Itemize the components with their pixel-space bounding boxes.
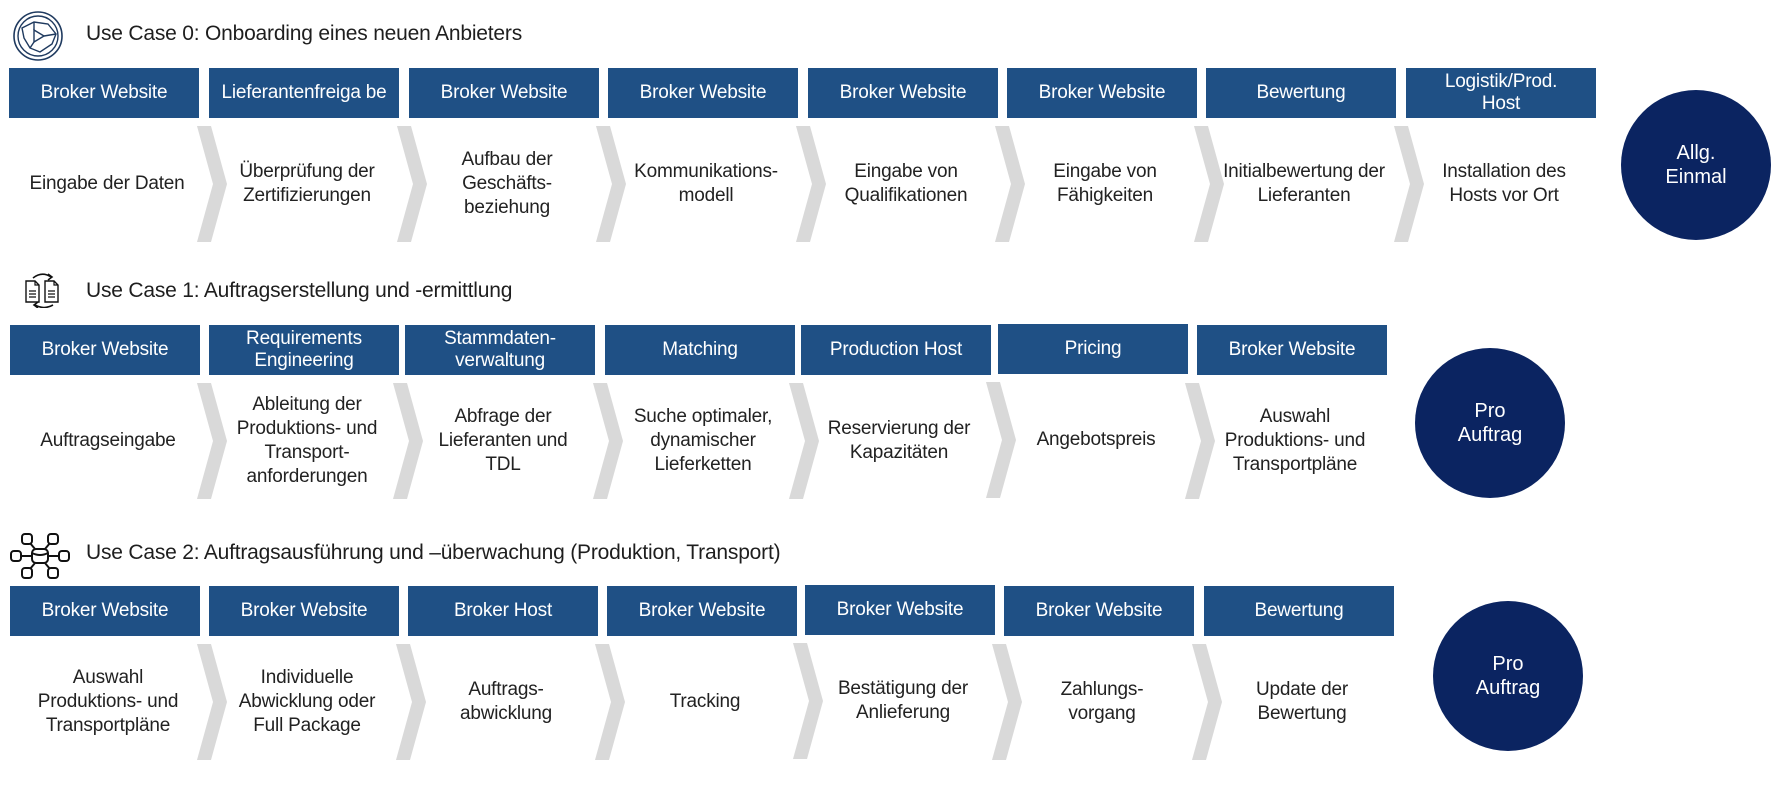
step-system-label: Broker Website [10,325,200,375]
step-system-label: Broker Website [607,586,797,636]
steering-wheel-network-icon [13,11,63,61]
step-system-label: Broker Website [808,68,998,118]
step-activity: Tracking [669,691,741,712]
step-system-label: Broker Host [408,586,598,636]
step-activity: Eingabe von Qualifikationen [844,161,968,206]
step-system-label: Broker Website [1004,586,1194,636]
step-system-label: Bewertung [1204,586,1394,636]
step-activity: Zahlungs- vorgang [1060,679,1144,724]
use-case-2: Use Case 2: Auftragsausführung und –über… [0,520,1772,805]
step-activity: Installation des Hosts vor Ort [1442,161,1566,206]
step-system-label: Broker Website [209,586,399,636]
use-case-1: Use Case 1: Auftragserstellung und -ermi… [0,258,1772,508]
frequency-circle: Pro Auftrag [1433,601,1583,751]
step-system-label: Stammdaten- verwaltung [405,325,595,375]
step-system-label: Logistik/Prod. Host [1406,68,1596,118]
step-system-label: Requirements Engineering [209,325,399,375]
step-activity: Ableitung der Produktions- und Transport… [236,394,378,487]
step-system-label: Broker Website [608,68,798,118]
step-system-label: Lieferantenfreiga be [209,68,399,118]
database-network-icon [10,533,70,579]
step-activity: Aufbau der Geschäfts- beziehung [461,149,553,218]
document-exchange-icon [25,273,59,308]
step-activity: Bestätigung der Anlieferung [837,678,969,723]
frequency-circle: Pro Auftrag [1415,348,1565,498]
use-case-title: Use Case 2: Auftragsausführung und –über… [86,541,781,564]
step-activity: Suche optimaler, dynamischer Lieferkette… [633,406,773,475]
step-activity: Abfrage der Lieferanten und TDL [438,406,568,475]
step-system-label: Production Host [801,325,991,375]
step-activity: Update der Bewertung [1255,679,1348,724]
frequency-circle: Allg. Einmal [1621,90,1771,240]
use-case-title: Use Case 1: Auftragserstellung und -ermi… [86,279,513,302]
step-activity: Kommunikations- modell [634,161,778,206]
step-system-label: Broker Website [1007,68,1197,118]
step-activity: Auftragseingabe [40,430,176,451]
step-system-label: Broker Website [409,68,599,118]
step-activity: Eingabe von Fähigkeiten [1053,161,1157,206]
step-activity: Initialbewertung der Lieferanten [1223,161,1385,206]
step-activity: Eingabe der Daten [29,173,185,194]
step-system-label: Matching [605,325,795,375]
step-activity: Auftrags- abwicklung [460,679,552,724]
step-system-label: Pricing [998,324,1188,374]
step-system-label: Bewertung [1206,68,1396,118]
step-activity: Auswahl Produktions- und Transportpläne [37,667,179,736]
step-system-label: Broker Website [805,585,995,635]
step-activity: Überprüfung der Zertifizierungen [239,161,375,206]
step-activity: Individuelle Abwicklung oder Full Packag… [238,667,376,736]
step-system-label: Broker Website [1197,325,1387,375]
step-system-label: Broker Website [10,586,200,636]
step-activity: Auswahl Produktions- und Transportpläne [1224,406,1366,475]
step-activity: Reservierung der Kapazitäten [827,418,971,463]
use-case-title: Use Case 0: Onboarding eines neuen Anbie… [86,22,522,45]
use-case-0: Use Case 0: Onboarding eines neuen Anbie… [0,0,1772,250]
step-system-label: Broker Website [9,68,199,118]
step-activity: Angebotspreis [1036,429,1156,450]
